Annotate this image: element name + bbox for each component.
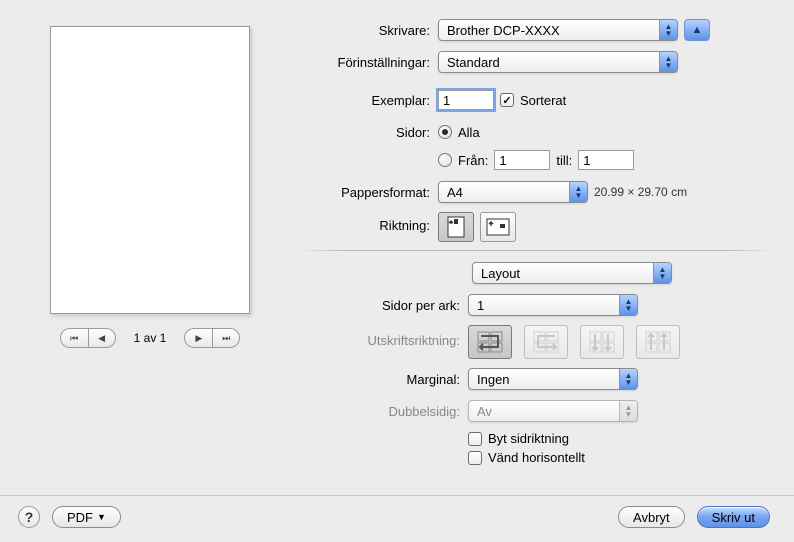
layout-direction-2[interactable] [524, 325, 568, 359]
pages-to-input[interactable] [578, 150, 634, 170]
presets-label: Förinställningar: [298, 55, 438, 70]
reverse-orientation-label: Byt sidriktning [488, 431, 569, 446]
dropdown-arrows-icon: ▲▼ [619, 295, 637, 315]
section-value: Layout [481, 266, 520, 281]
print-button-label: Skriv ut [712, 510, 755, 525]
paper-dimensions: 20.99 × 29.70 cm [594, 185, 687, 199]
layout-dir-icon-1 [476, 330, 504, 354]
pages-label: Sidor: [298, 125, 438, 140]
pages-range-radio[interactable] [438, 153, 452, 167]
dropdown-arrows-icon: ▲▼ [569, 182, 587, 202]
printer-label: Skrivare: [298, 23, 438, 38]
pages-per-sheet-label: Sidor per ark: [298, 298, 468, 313]
dropdown-arrows-icon: ▲▼ [619, 369, 637, 389]
nav-last-button[interactable]: ⏭ [212, 328, 240, 348]
presets-dropdown[interactable]: Standard ▲▼ [438, 51, 678, 73]
bottom-bar: ? PDF ▼ Avbryt Skriv ut [0, 495, 794, 542]
print-button[interactable]: Skriv ut [697, 506, 770, 528]
cancel-button[interactable]: Avbryt [618, 506, 685, 528]
layout-direction-label: Utskriftsriktning: [298, 325, 468, 348]
print-dialog: ⏮ ◀ 1 av 1 ▶ ⏭ Skrivare: Brother DCP-XXX… [0, 0, 794, 542]
presets-value: Standard [447, 55, 500, 70]
pages-from-label: Från: [458, 153, 488, 168]
layout-dir-icon-4 [644, 330, 672, 354]
paper-size-value: A4 [447, 185, 463, 200]
nav-prev-button[interactable]: ◀ [88, 328, 116, 348]
dropdown-arrows-icon: ▲▼ [659, 20, 677, 40]
cancel-button-label: Avbryt [633, 510, 670, 525]
preview-nav: ⏮ ◀ 1 av 1 ▶ ⏭ [60, 328, 241, 348]
paper-size-label: Pappersformat: [298, 185, 438, 200]
collated-checkbox[interactable]: ✓ [500, 93, 514, 107]
layout-direction-3[interactable] [580, 325, 624, 359]
flip-horizontal-label: Vänd horisontellt [488, 450, 585, 465]
paper-size-dropdown[interactable]: A4 ▲▼ [438, 181, 588, 203]
printer-value: Brother DCP-XXXX [447, 23, 560, 38]
orientation-portrait-button[interactable] [438, 212, 474, 242]
pages-all-radio[interactable] [438, 125, 452, 139]
pdf-button-label: PDF [67, 510, 93, 525]
layout-dir-icon-2 [532, 330, 560, 354]
printer-dropdown[interactable]: Brother DCP-XXXX ▲▼ [438, 19, 678, 41]
main-area: ⏮ ◀ 1 av 1 ▶ ⏭ Skrivare: Brother DCP-XXX… [0, 0, 794, 483]
portrait-icon [447, 216, 465, 238]
border-value: Ingen [477, 372, 510, 387]
collapse-details-button[interactable]: ▲ [684, 19, 710, 41]
dropdown-arrows-icon: ▲▼ [659, 52, 677, 72]
nav-first-button[interactable]: ⏮ [60, 328, 88, 348]
nav-next-button[interactable]: ▶ [184, 328, 212, 348]
layout-direction-4[interactable] [636, 325, 680, 359]
dropdown-arrows-icon: ▲▼ [619, 401, 637, 421]
two-sided-label: Dubbelsidig: [298, 404, 468, 419]
pages-from-input[interactable] [494, 150, 550, 170]
page-counter: 1 av 1 [134, 331, 167, 345]
section-dropdown[interactable]: Layout ▲▼ [472, 262, 672, 284]
copies-input[interactable] [438, 90, 494, 110]
copies-label: Exemplar: [298, 93, 438, 108]
pages-all-label: Alla [458, 125, 480, 140]
pages-per-sheet-dropdown[interactable]: 1 ▲▼ [468, 294, 638, 316]
orientation-label: Riktning: [298, 212, 438, 233]
layout-direction-1[interactable] [468, 325, 512, 359]
pdf-menu-button[interactable]: PDF ▼ [52, 506, 121, 528]
preview-page [50, 26, 250, 314]
section-divider [298, 250, 774, 251]
preview-column: ⏮ ◀ 1 av 1 ▶ ⏭ [20, 18, 280, 473]
border-label: Marginal: [298, 372, 468, 387]
two-sided-dropdown: Av ▲▼ [468, 400, 638, 422]
layout-dir-icon-3 [588, 330, 616, 354]
help-button[interactable]: ? [18, 506, 40, 528]
landscape-icon [486, 218, 510, 236]
settings-column: Skrivare: Brother DCP-XXXX ▲▼ ▲ Förinstä… [280, 18, 774, 473]
collated-label: Sorterat [520, 93, 566, 108]
flip-horizontal-checkbox[interactable] [468, 451, 482, 465]
border-dropdown[interactable]: Ingen ▲▼ [468, 368, 638, 390]
dropdown-arrows-icon: ▲▼ [653, 263, 671, 283]
orientation-landscape-button[interactable] [480, 212, 516, 242]
menu-arrow-icon: ▼ [97, 512, 106, 522]
pages-to-label: till: [556, 153, 572, 168]
pages-per-sheet-value: 1 [477, 298, 484, 313]
reverse-orientation-checkbox[interactable] [468, 432, 482, 446]
two-sided-value: Av [477, 404, 492, 419]
